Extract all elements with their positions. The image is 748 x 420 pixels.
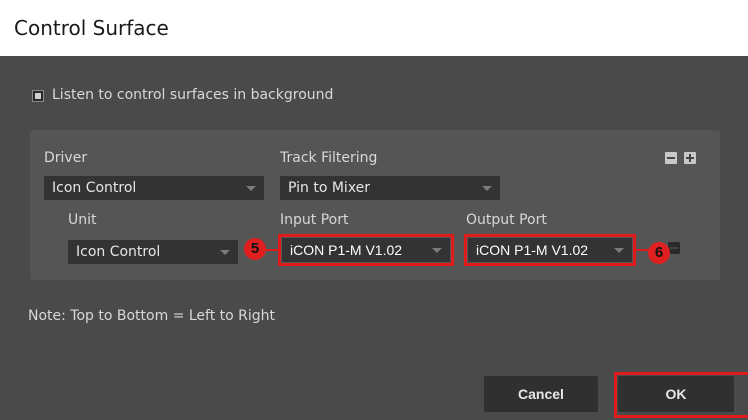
minus-icon[interactable] bbox=[665, 152, 677, 164]
cancel-button[interactable]: Cancel bbox=[484, 376, 598, 412]
listen-label: Listen to control surfaces in background bbox=[52, 87, 334, 103]
driver-select[interactable]: Icon Control bbox=[44, 176, 264, 200]
output-port-highlight bbox=[464, 234, 636, 266]
chevron-down-icon bbox=[482, 186, 492, 191]
driver-label: Driver bbox=[44, 150, 88, 166]
output-port-label: Output Port bbox=[466, 212, 547, 228]
track-filtering-select[interactable]: Pin to Mixer bbox=[280, 176, 500, 200]
plus-icon[interactable] bbox=[684, 152, 696, 164]
track-filtering-value: Pin to Mixer bbox=[288, 180, 371, 196]
listen-checkbox[interactable] bbox=[32, 90, 44, 102]
unit-select[interactable]: Icon Control bbox=[68, 240, 238, 264]
chevron-down-icon bbox=[246, 186, 256, 191]
title-bar: Control Surface bbox=[0, 0, 748, 56]
driver-value: Icon Control bbox=[52, 180, 137, 196]
chevron-down-icon bbox=[220, 250, 230, 255]
unit-label: Unit bbox=[68, 212, 97, 228]
input-port-highlight bbox=[278, 234, 454, 266]
input-port-label: Input Port bbox=[280, 212, 349, 228]
window-title: Control Surface bbox=[14, 16, 169, 40]
ok-button-highlight bbox=[614, 372, 748, 418]
dialog-body: Listen to control surfaces in background… bbox=[0, 56, 748, 420]
annotation-badge-5: 5 bbox=[244, 238, 266, 260]
unit-value: Icon Control bbox=[76, 244, 161, 260]
mapping-note: Note: Top to Bottom = Left to Right bbox=[28, 308, 276, 324]
annotation-badge-6: 6 bbox=[648, 242, 670, 264]
track-filtering-label: Track Filtering bbox=[280, 150, 378, 166]
